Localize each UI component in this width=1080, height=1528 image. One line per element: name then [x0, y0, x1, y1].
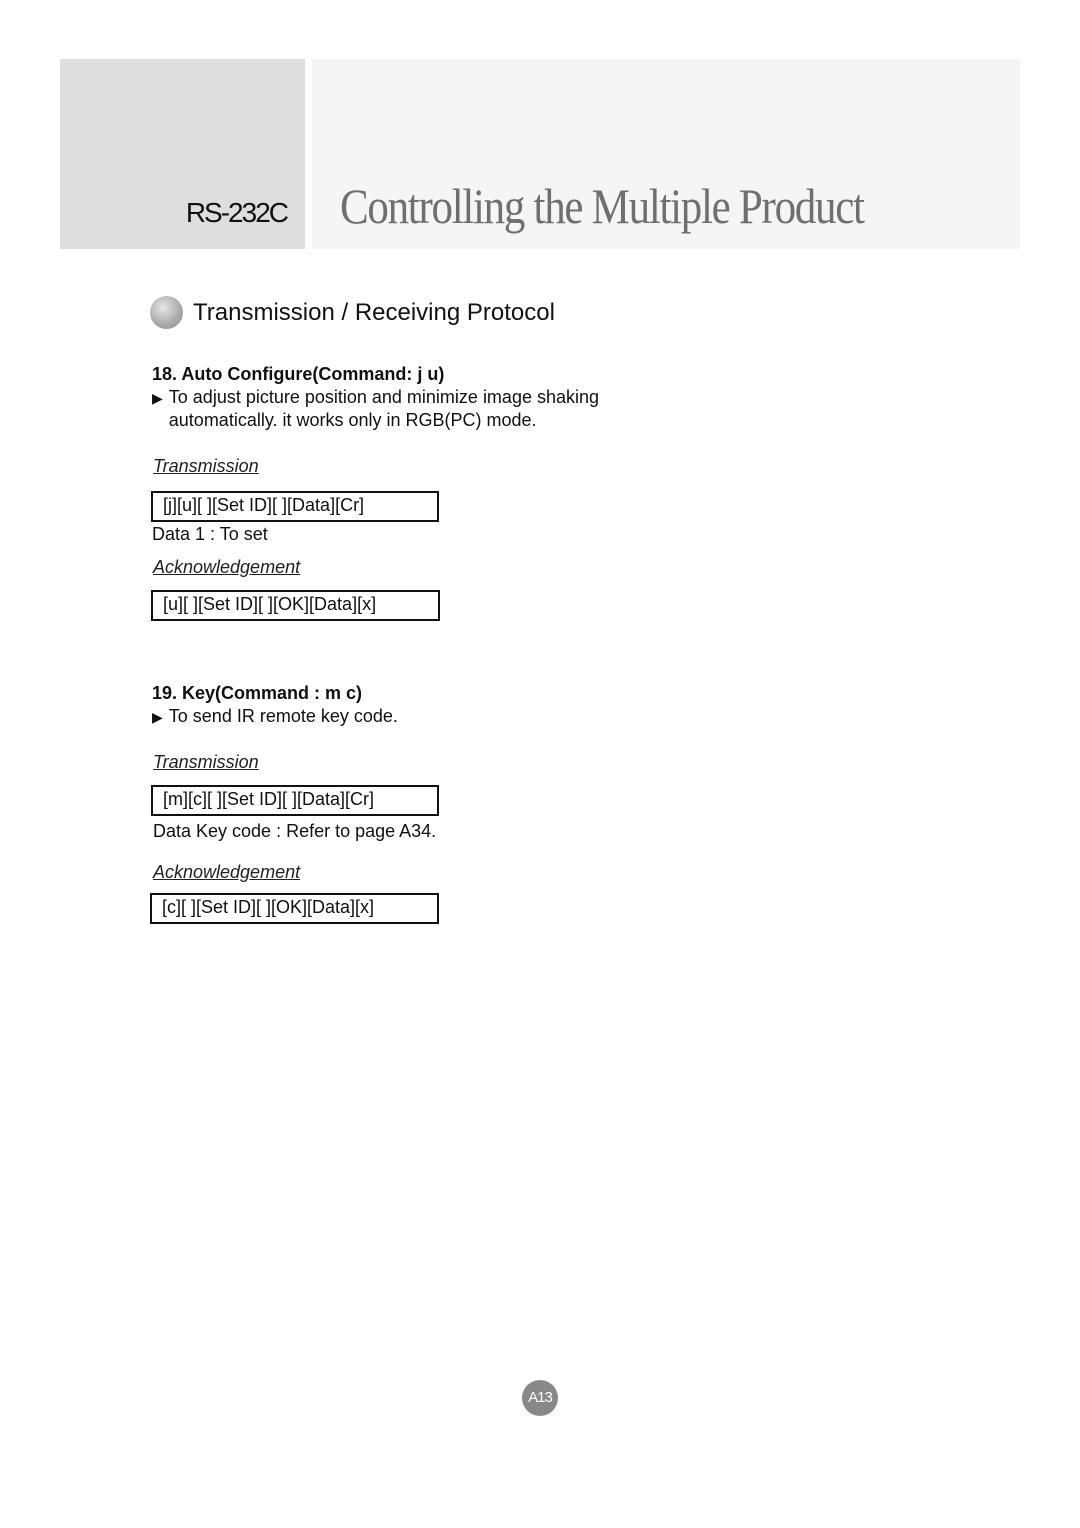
- command-19: 19. Key(Command : m c) ▶ To send IR remo…: [152, 683, 398, 729]
- header-left-panel: RS-232C: [60, 59, 305, 249]
- command-description: ▶ To send IR remote key code.: [152, 705, 398, 729]
- acknowledgement-label: Acknowledgement: [153, 557, 301, 577]
- triangle-bullet-icon: ▶: [152, 390, 163, 406]
- page-number-badge: A13: [522, 1380, 558, 1416]
- transmission-box: [j][u][ ][Set ID][ ][Data][Cr]: [151, 491, 439, 522]
- command-heading: 18. Auto Configure(Command: j u): [152, 364, 445, 384]
- data-note: Data Key code : Refer to page A34.: [153, 821, 437, 841]
- triangle-bullet-icon: ▶: [152, 709, 163, 725]
- section-heading: Transmission / Receiving Protocol: [150, 296, 555, 329]
- acknowledgement-box: [u][ ][Set ID][ ][OK][Data][x]: [151, 590, 440, 621]
- description-line: To send IR remote key code.: [168, 706, 398, 726]
- section-title: Transmission / Receiving Protocol: [193, 298, 555, 326]
- transmission-box: [m][c][ ][Set ID][ ][Data][Cr]: [151, 785, 439, 816]
- command-description: ▶ To adjust picture position and minimiz…: [152, 386, 599, 432]
- command-18: 18. Auto Configure(Command: j u) ▶ To ad…: [152, 364, 599, 432]
- description-line: automatically. it works only in RGB(PC) …: [168, 410, 537, 430]
- transmission-label: Transmission: [153, 752, 259, 772]
- transmission-label: Transmission: [153, 456, 259, 476]
- command-heading: 19. Key(Command : m c): [152, 683, 363, 703]
- acknowledgement-box: [c][ ][Set ID][ ][OK][Data][x]: [150, 893, 439, 924]
- gray-ball-icon: [150, 296, 183, 329]
- acknowledgement-label: Acknowledgement: [153, 862, 301, 882]
- header-right-panel: Controlling the Multiple Product: [312, 59, 1020, 249]
- data-note: Data 1 : To set: [152, 524, 268, 544]
- page-title: Controlling the Multiple Product: [340, 178, 865, 234]
- header-subtitle: RS-232C: [185, 197, 289, 228]
- description-line: To adjust picture position and minimize …: [168, 387, 600, 407]
